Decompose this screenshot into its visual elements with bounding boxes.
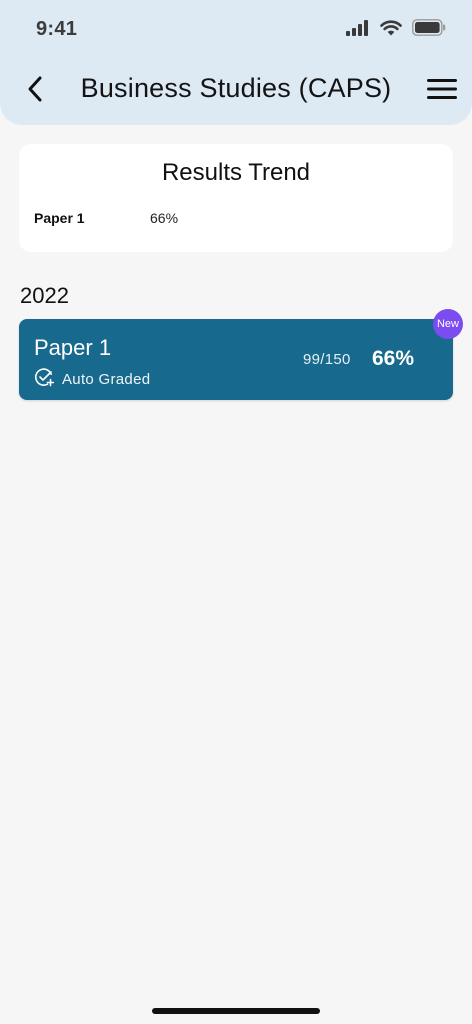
auto-graded-check-icon	[34, 367, 55, 392]
results-trend-card: Results Trend Paper 1 66%	[19, 144, 453, 252]
trend-row-label: Paper 1	[34, 210, 85, 226]
hamburger-menu-icon	[427, 78, 457, 105]
page-title: Business Studies (CAPS)	[80, 73, 392, 103]
wifi-icon	[380, 20, 402, 41]
result-score: 99/150	[303, 351, 351, 368]
year-heading: 2022	[20, 283, 69, 308]
graded-status: Auto Graded	[34, 367, 150, 392]
navigation-bar: Business Studies (CAPS)	[0, 64, 472, 118]
result-percent: 66%	[372, 347, 415, 370]
status-bar: 9:41	[0, 0, 472, 60]
battery-icon	[412, 19, 446, 41]
menu-button[interactable]	[426, 76, 458, 106]
new-badge: New	[433, 309, 463, 339]
result-title: Paper 1	[34, 335, 112, 360]
cellular-signal-icon	[346, 19, 370, 41]
status-icons	[346, 19, 446, 41]
results-trend-title: Results Trend	[161, 159, 311, 186]
app-header: 9:41 Business Studies (CAPS)	[0, 0, 472, 125]
trend-row-value: 66%	[150, 210, 179, 226]
status-time: 9:41	[36, 18, 78, 40]
result-card-paper-1[interactable]: Paper 1 Auto Graded 99/150 66%	[19, 319, 453, 400]
home-indicator[interactable]	[152, 1008, 320, 1014]
graded-label: Auto Graded	[62, 371, 151, 388]
trend-row: Paper 1 66%	[34, 210, 178, 226]
